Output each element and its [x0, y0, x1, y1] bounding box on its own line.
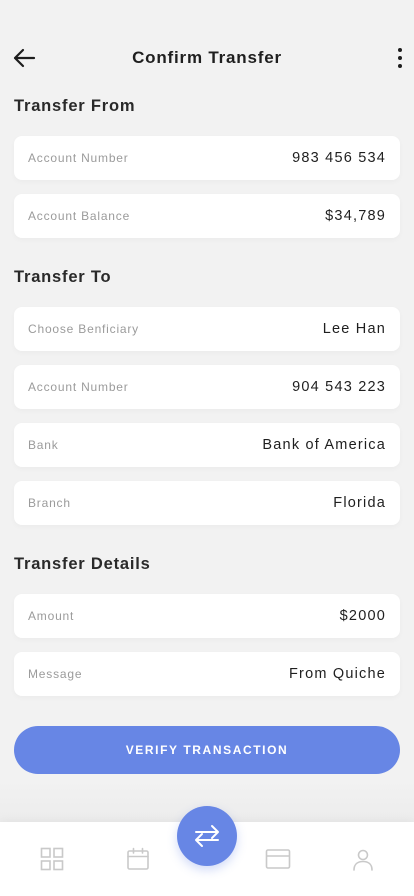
transfer-action-button[interactable]: [177, 806, 237, 866]
field-label: Account Number: [28, 380, 129, 394]
field-value: Lee Han: [322, 321, 386, 337]
calendar-icon: [127, 847, 149, 870]
field-value: 983 456 534: [292, 150, 386, 166]
field-label: Account Number: [28, 151, 129, 165]
account-balance-field[interactable]: Account Balance $34,789: [14, 194, 400, 238]
field-value: $2000: [339, 608, 386, 624]
profile-icon: [353, 849, 373, 871]
confirm-transfer-screen: Confirm Transfer Transfer From Account N…: [0, 0, 414, 896]
from-account-number-field[interactable]: Account Number 983 456 534: [14, 136, 400, 180]
nav-item-calendar[interactable]: [125, 846, 151, 872]
more-vertical-icon: [398, 48, 402, 52]
section-title-transfer-details: Transfer Details: [14, 555, 151, 573]
field-label: Bank: [28, 438, 59, 452]
field-label: Message: [28, 667, 83, 681]
field-label: Account Balance: [28, 209, 131, 223]
card-icon: [265, 849, 291, 869]
field-value: From Quiche: [289, 666, 386, 682]
grid-icon: [40, 847, 64, 871]
field-value: $34,789: [325, 208, 386, 224]
field-label: Branch: [28, 496, 71, 510]
amount-field[interactable]: Amount $2000: [14, 594, 400, 638]
nav-item-dashboard[interactable]: [39, 846, 65, 872]
nav-item-profile[interactable]: [350, 846, 376, 872]
field-value: Bank of America: [262, 437, 386, 453]
message-field[interactable]: Message From Quiche: [14, 652, 400, 696]
branch-field[interactable]: Branch Florida: [14, 481, 400, 525]
section-title-transfer-from: Transfer From: [14, 97, 136, 115]
to-account-number-field[interactable]: Account Number 904 543 223: [14, 365, 400, 409]
transfer-arrows-icon: [195, 825, 219, 847]
field-value: 904 543 223: [292, 379, 386, 395]
verify-transaction-button[interactable]: VERIFY TRANSACTION: [14, 726, 400, 774]
page-title: Confirm Transfer: [132, 48, 282, 67]
field-label: Choose Benficiary: [28, 322, 139, 336]
more-options-button[interactable]: [392, 44, 408, 72]
bank-field[interactable]: Bank Bank of America: [14, 423, 400, 467]
field-label: Amount: [28, 609, 75, 623]
header: Confirm Transfer: [0, 0, 414, 100]
nav-item-cards[interactable]: [265, 846, 291, 872]
beneficiary-field[interactable]: Choose Benficiary Lee Han: [14, 307, 400, 351]
section-title-transfer-to: Transfer To: [14, 268, 112, 286]
field-value: Florida: [333, 495, 386, 511]
